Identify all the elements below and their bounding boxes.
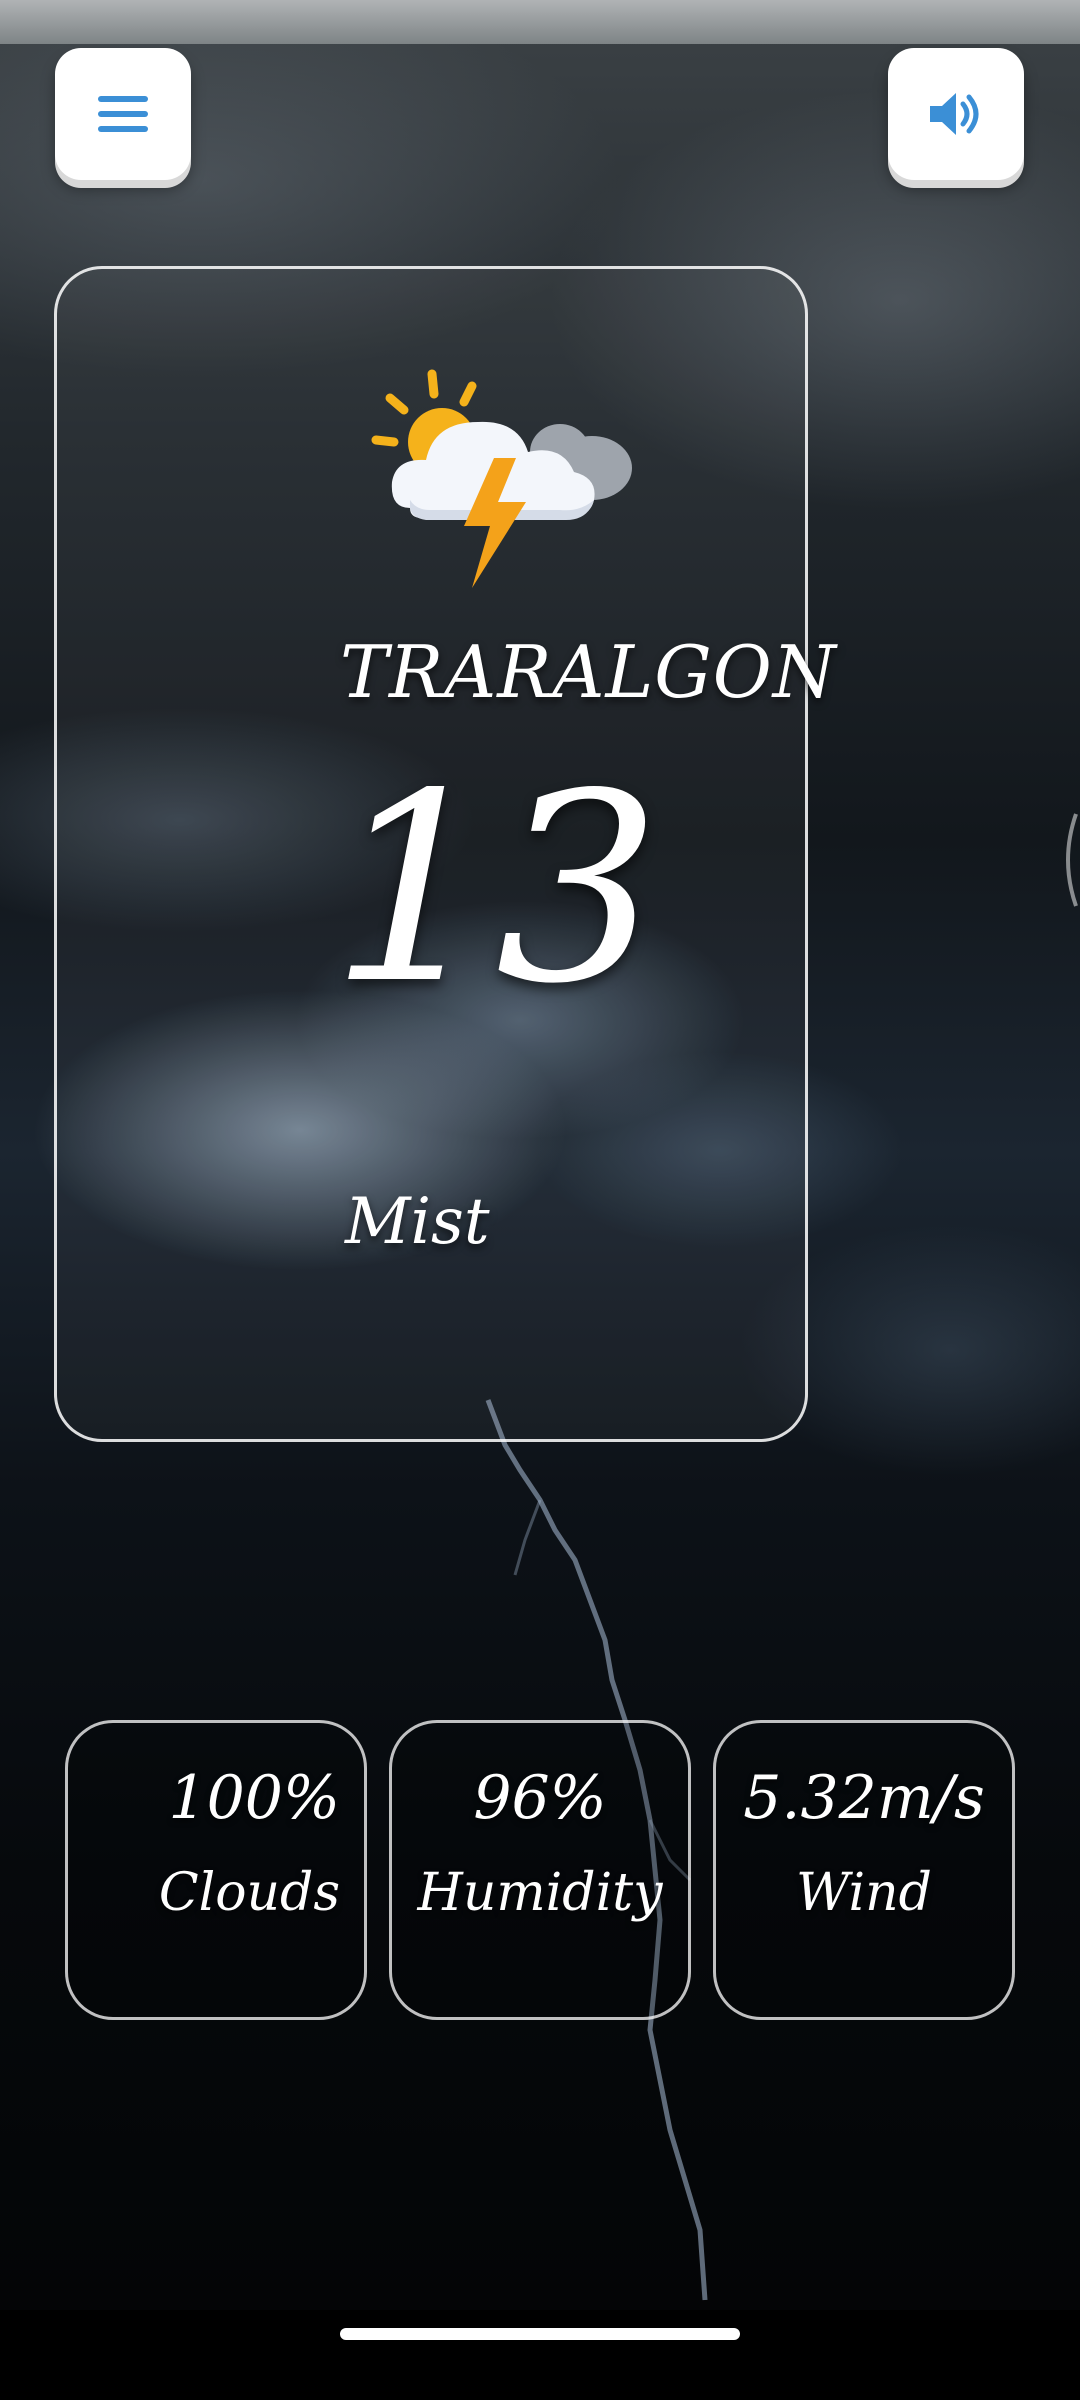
humidity-label: Humidity	[417, 1863, 663, 1923]
humidity-card: 96% Humidity	[389, 1720, 691, 2020]
city-name: TRARALGON	[340, 630, 837, 714]
weather-screen: TRARALGON 13 Mist 100% Clouds 96% Humidi…	[0, 0, 1080, 2400]
clouds-label: Clouds	[158, 1863, 340, 1923]
wind-card: 5.32m/s Wind	[713, 1720, 1015, 2020]
humidity-value: 96%	[473, 1763, 607, 1833]
wind-value: 5.32m/s	[743, 1763, 985, 1833]
temperature-value: 13	[330, 739, 661, 1041]
wind-label: Wind	[796, 1863, 932, 1923]
edge-swipe-handle[interactable]	[1056, 810, 1080, 910]
sound-button[interactable]	[888, 48, 1024, 180]
menu-button[interactable]	[55, 48, 191, 180]
clouds-value: 100%	[168, 1763, 340, 1833]
navigation-bar	[0, 2310, 1080, 2400]
hamburger-menu-icon	[98, 96, 148, 132]
clouds-card: 100% Clouds	[65, 1720, 367, 2020]
status-bar	[0, 0, 1080, 44]
speaker-volume-icon	[930, 93, 979, 135]
sun-cloud-lightning-icon	[371, 369, 632, 588]
weather-condition: Mist	[345, 1185, 490, 1259]
home-indicator[interactable]	[340, 2328, 740, 2340]
